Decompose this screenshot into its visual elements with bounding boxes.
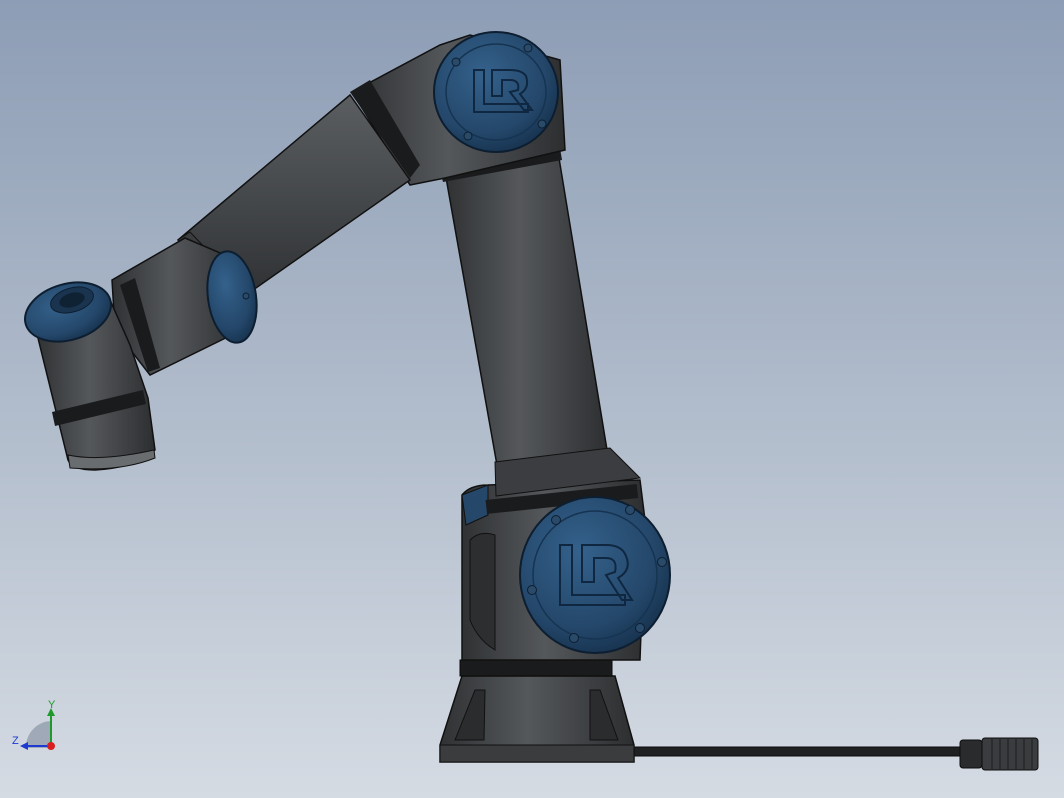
triad-y-label: Y	[48, 699, 56, 711]
cable	[629, 746, 966, 757]
upper-arm	[440, 148, 642, 497]
cable-connector	[959, 737, 1039, 771]
view-orientation-triad[interactable]: Y Z	[8, 698, 64, 758]
graphics-viewport[interactable]: Y Z	[0, 0, 1064, 798]
elbow-cap	[433, 31, 559, 153]
base	[439, 659, 635, 763]
triad-z-label: Z	[12, 735, 19, 747]
robot-arm-model[interactable]	[0, 0, 1064, 798]
x-axis-icon	[47, 742, 55, 750]
